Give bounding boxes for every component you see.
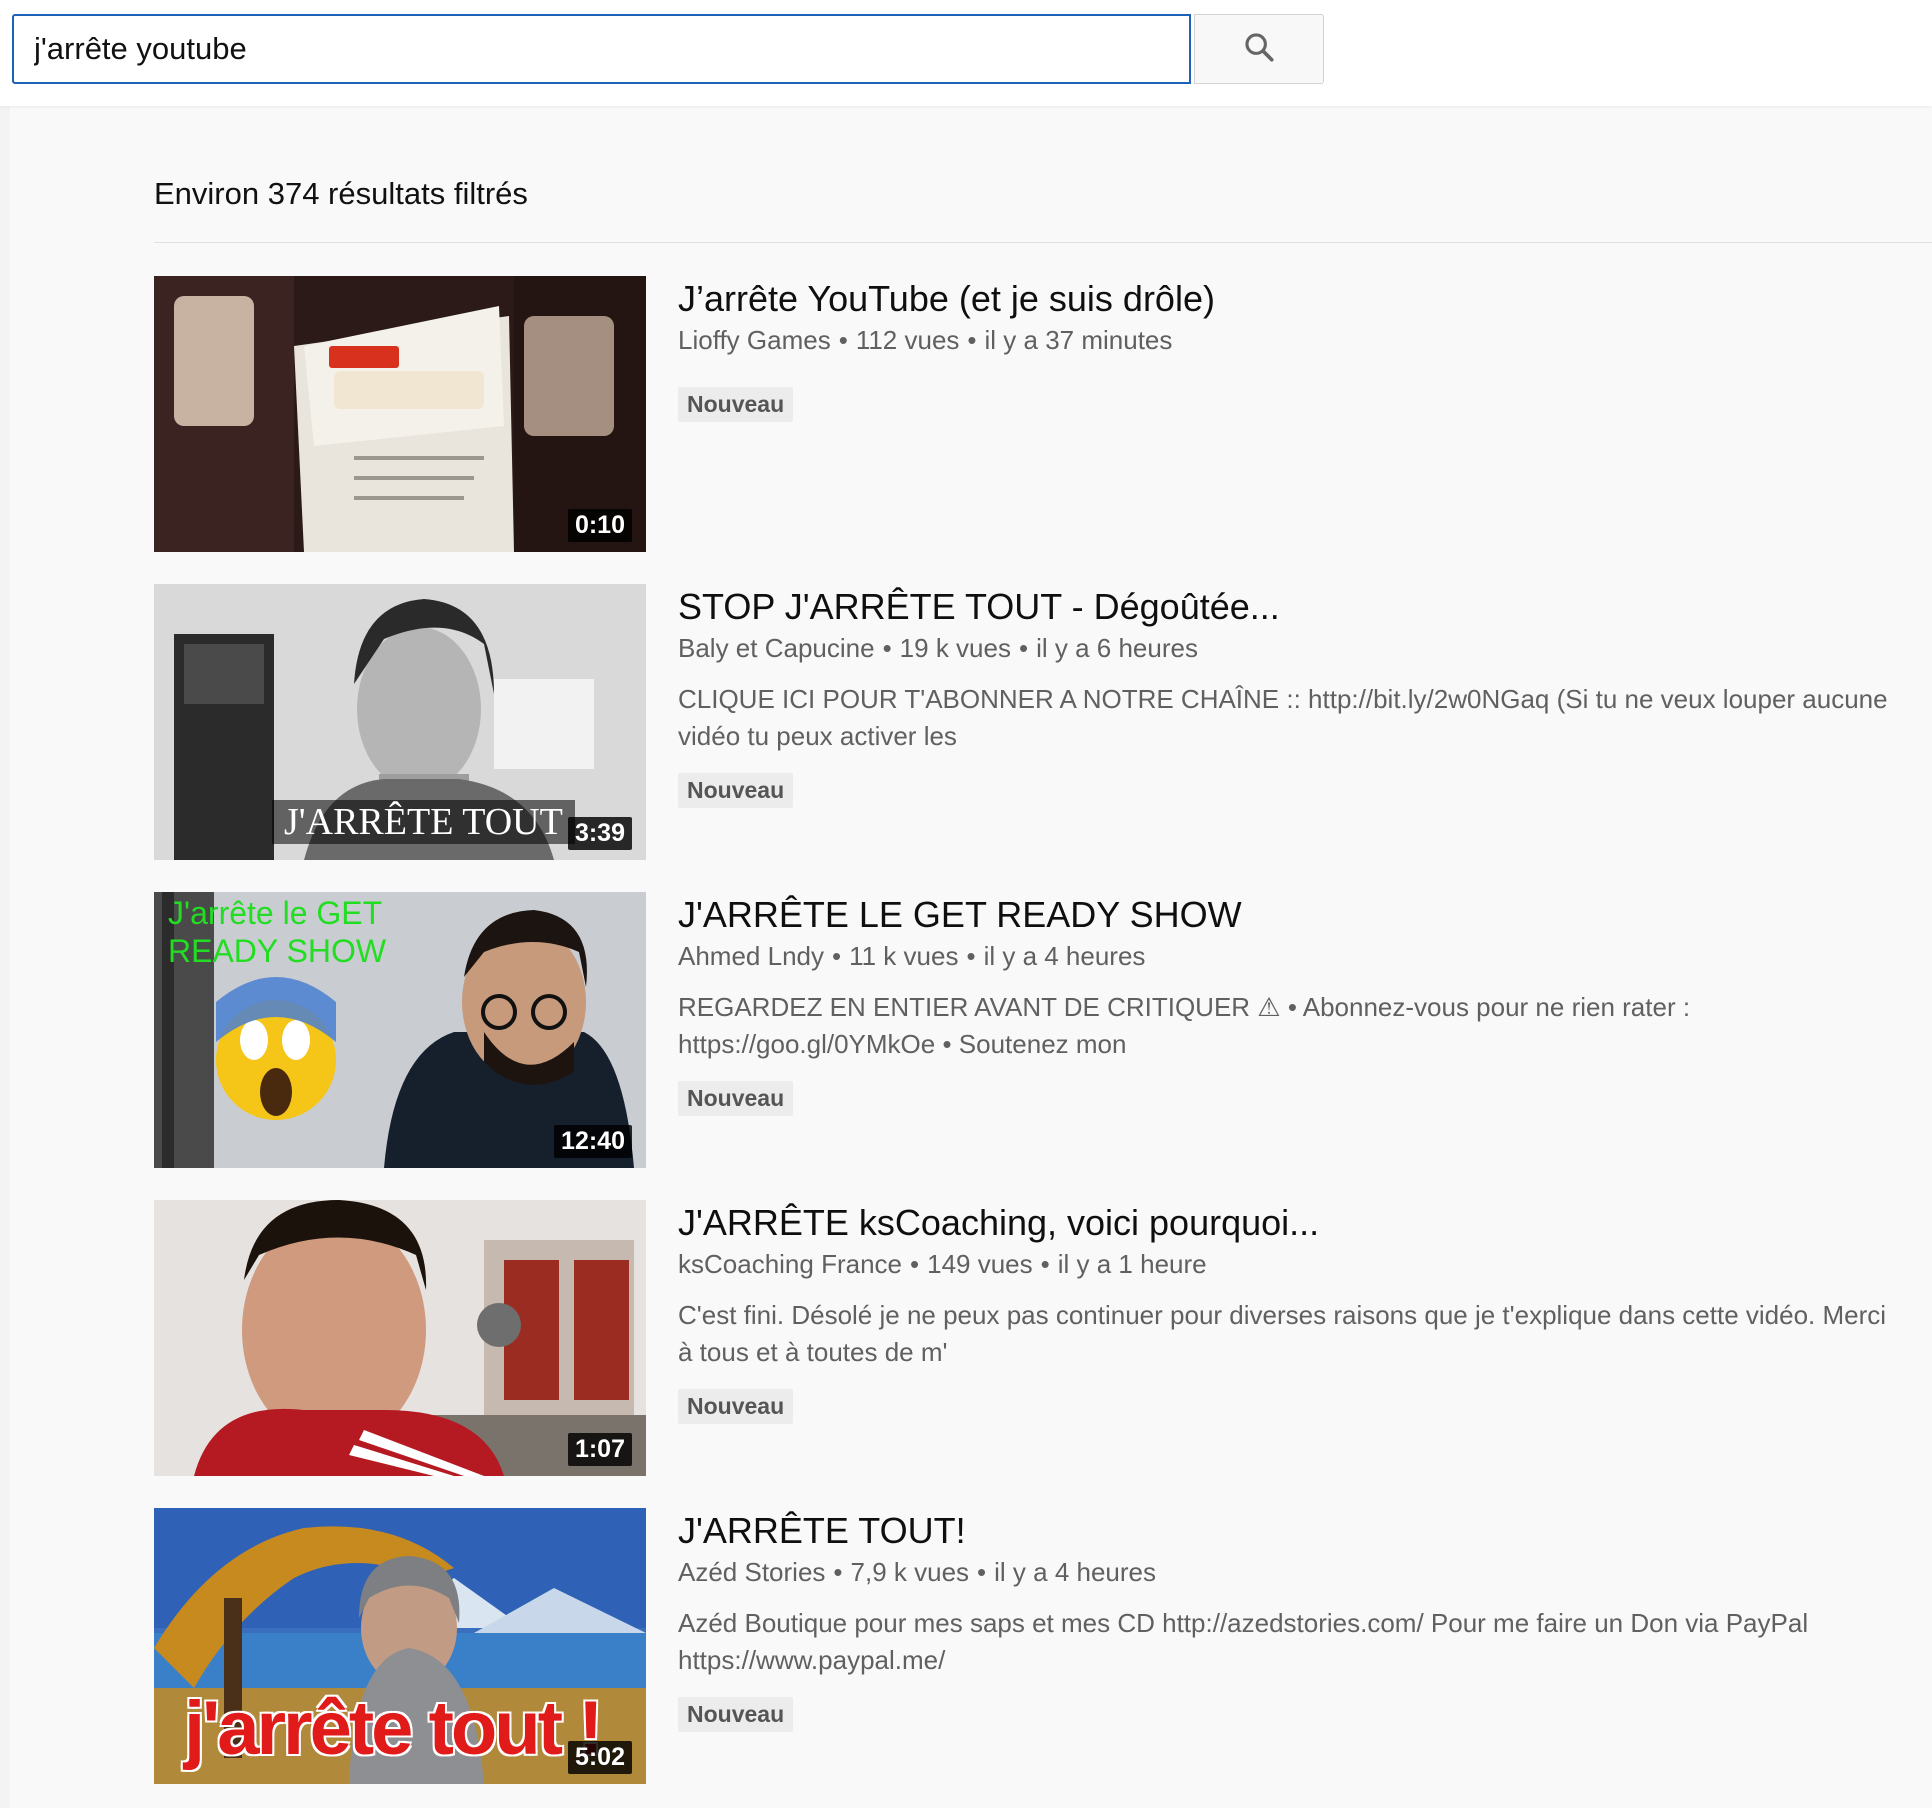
- video-meta: Ahmed Lndy • 11 k vues • il y a 4 heures: [678, 939, 1888, 973]
- video-result: J'arrête le GET READY SHOW 12:40 J'ARRÊT…: [154, 892, 1894, 1168]
- channel-name[interactable]: Lioffy Games: [678, 325, 831, 355]
- upload-age: il y a 37 minutes: [984, 325, 1173, 355]
- video-meta: Lioffy Games • 112 vues • il y a 37 minutes: [678, 323, 1888, 357]
- video-title[interactable]: J'ARRÊTE TOUT!: [678, 1509, 1888, 1553]
- channel-name[interactable]: Ahmed Lndy: [678, 941, 824, 971]
- separator-dot: •: [977, 1557, 987, 1587]
- video-thumbnail[interactable]: j'arrête tout ! 5:02: [154, 1508, 646, 1784]
- video-result: J'ARRÊTE TOUT 3:39 STOP J'ARRÊTE TOUT - …: [154, 584, 1894, 860]
- view-count: 7,9 k vues: [850, 1557, 970, 1587]
- view-count: 11 k vues: [849, 941, 959, 971]
- video-info: J'ARRÊTE ksCoaching, voici pourquoi... k…: [678, 1200, 1888, 1424]
- results-count: Environ 374 résultats filtrés: [154, 176, 528, 211]
- video-thumbnail[interactable]: J'ARRÊTE TOUT 3:39: [154, 584, 646, 860]
- video-description: C'est fini. Désolé je ne peux pas contin…: [678, 1300, 1887, 1367]
- channel-name[interactable]: Baly et Capucine: [678, 633, 875, 663]
- video-thumbnail[interactable]: J'arrête le GET READY SHOW 12:40: [154, 892, 646, 1168]
- thumbnail-caption-line2: READY SHOW: [168, 933, 387, 969]
- left-gutter: [0, 106, 10, 1808]
- video-meta: Azéd Stories • 7,9 k vues • il y a 4 heures: [678, 1555, 1888, 1589]
- separator-dot: •: [910, 1249, 920, 1279]
- upload-age: il y a 6 heures: [1036, 633, 1198, 663]
- separator-dot: •: [967, 325, 977, 355]
- new-badge: Nouveau: [678, 773, 794, 808]
- video-result: 1:07 J'ARRÊTE ksCoaching, voici pourquoi…: [154, 1200, 1894, 1476]
- new-badge: Nouveau: [678, 1697, 794, 1732]
- search-icon: [1242, 30, 1276, 69]
- video-title[interactable]: J’arrête YouTube (et je suis drôle): [678, 277, 1888, 321]
- channel-name[interactable]: ksCoaching France: [678, 1249, 902, 1279]
- thumbnail-caption: j'arrête tout !: [184, 1686, 603, 1771]
- thumbnail-caption: J'ARRÊTE TOUT: [272, 800, 575, 844]
- video-meta: ksCoaching France • 149 vues • il y a 1 heur…: [678, 1247, 1888, 1281]
- separator-dot: •: [966, 941, 976, 971]
- video-description: Azéd Boutique pour mes saps et mes CD ht…: [678, 1608, 1809, 1675]
- upload-age: il y a 4 heures: [983, 941, 1146, 971]
- separator-dot: •: [831, 941, 842, 971]
- video-result: j'arrête tout ! 5:02 J'ARRÊTE TOUT! Azéd…: [154, 1508, 1894, 1784]
- separator-dot: •: [882, 633, 892, 663]
- video-duration: 3:39: [567, 817, 632, 850]
- video-title[interactable]: STOP J'ARRÊTE TOUT - Dégoûtée...: [678, 585, 1888, 629]
- video-duration: 0:10: [567, 509, 632, 542]
- new-badge: Nouveau: [678, 1389, 794, 1424]
- search-input[interactable]: [12, 14, 1191, 84]
- upload-age: il y a 4 heures: [994, 1557, 1157, 1587]
- video-duration: 5:02: [567, 1741, 632, 1774]
- video-title[interactable]: J'ARRÊTE ksCoaching, voici pourquoi...: [678, 1201, 1888, 1245]
- top-search-bar: [0, 0, 1932, 106]
- upload-age: il y a 1 heure: [1057, 1249, 1207, 1279]
- separator-dot: •: [1018, 633, 1029, 663]
- video-info: J'ARRÊTE TOUT! Azéd Stories • 7,9 k vues • i…: [678, 1508, 1888, 1732]
- video-thumbnail[interactable]: 0:10: [154, 276, 646, 552]
- video-duration: 1:07: [567, 1433, 632, 1466]
- new-badge: Nouveau: [678, 1081, 794, 1116]
- new-badge: Nouveau: [678, 387, 794, 422]
- view-count: 149 vues: [927, 1249, 1033, 1279]
- video-description: REGARDEZ EN ENTIER AVANT DE CRITIQUER ⚠ …: [678, 992, 1691, 1059]
- separator-dot: •: [1040, 1249, 1050, 1279]
- video-result: 0:10 J’arrête YouTube (et je suis drôle)…: [154, 276, 1894, 552]
- search-button[interactable]: [1194, 14, 1324, 84]
- video-info: STOP J'ARRÊTE TOUT - Dégoûtée... Baly et…: [678, 584, 1888, 808]
- video-info: J'ARRÊTE LE GET READY SHOW Ahmed Lndy • 11…: [678, 892, 1888, 1116]
- separator-dot: •: [838, 325, 848, 355]
- thumbnail-caption-line1: J'arrête le GET: [168, 895, 383, 931]
- video-duration: 12:40: [554, 1125, 632, 1158]
- video-meta: Baly et Capucine • 19 k vues • il y a 6 heur…: [678, 631, 1888, 665]
- video-description: CLIQUE ICI POUR T'ABONNER A NOTRE CHAÎNE…: [678, 684, 1888, 751]
- video-thumbnail[interactable]: 1:07: [154, 1200, 646, 1476]
- separator-dot: •: [833, 1557, 843, 1587]
- results-divider: [154, 242, 1932, 243]
- view-count: 112 vues: [855, 325, 960, 355]
- video-title[interactable]: J'ARRÊTE LE GET READY SHOW: [678, 893, 1888, 937]
- video-info: J’arrête YouTube (et je suis drôle) Liof…: [678, 276, 1888, 422]
- channel-name[interactable]: Azéd Stories: [678, 1557, 825, 1587]
- view-count: 19 k vues: [899, 633, 1011, 663]
